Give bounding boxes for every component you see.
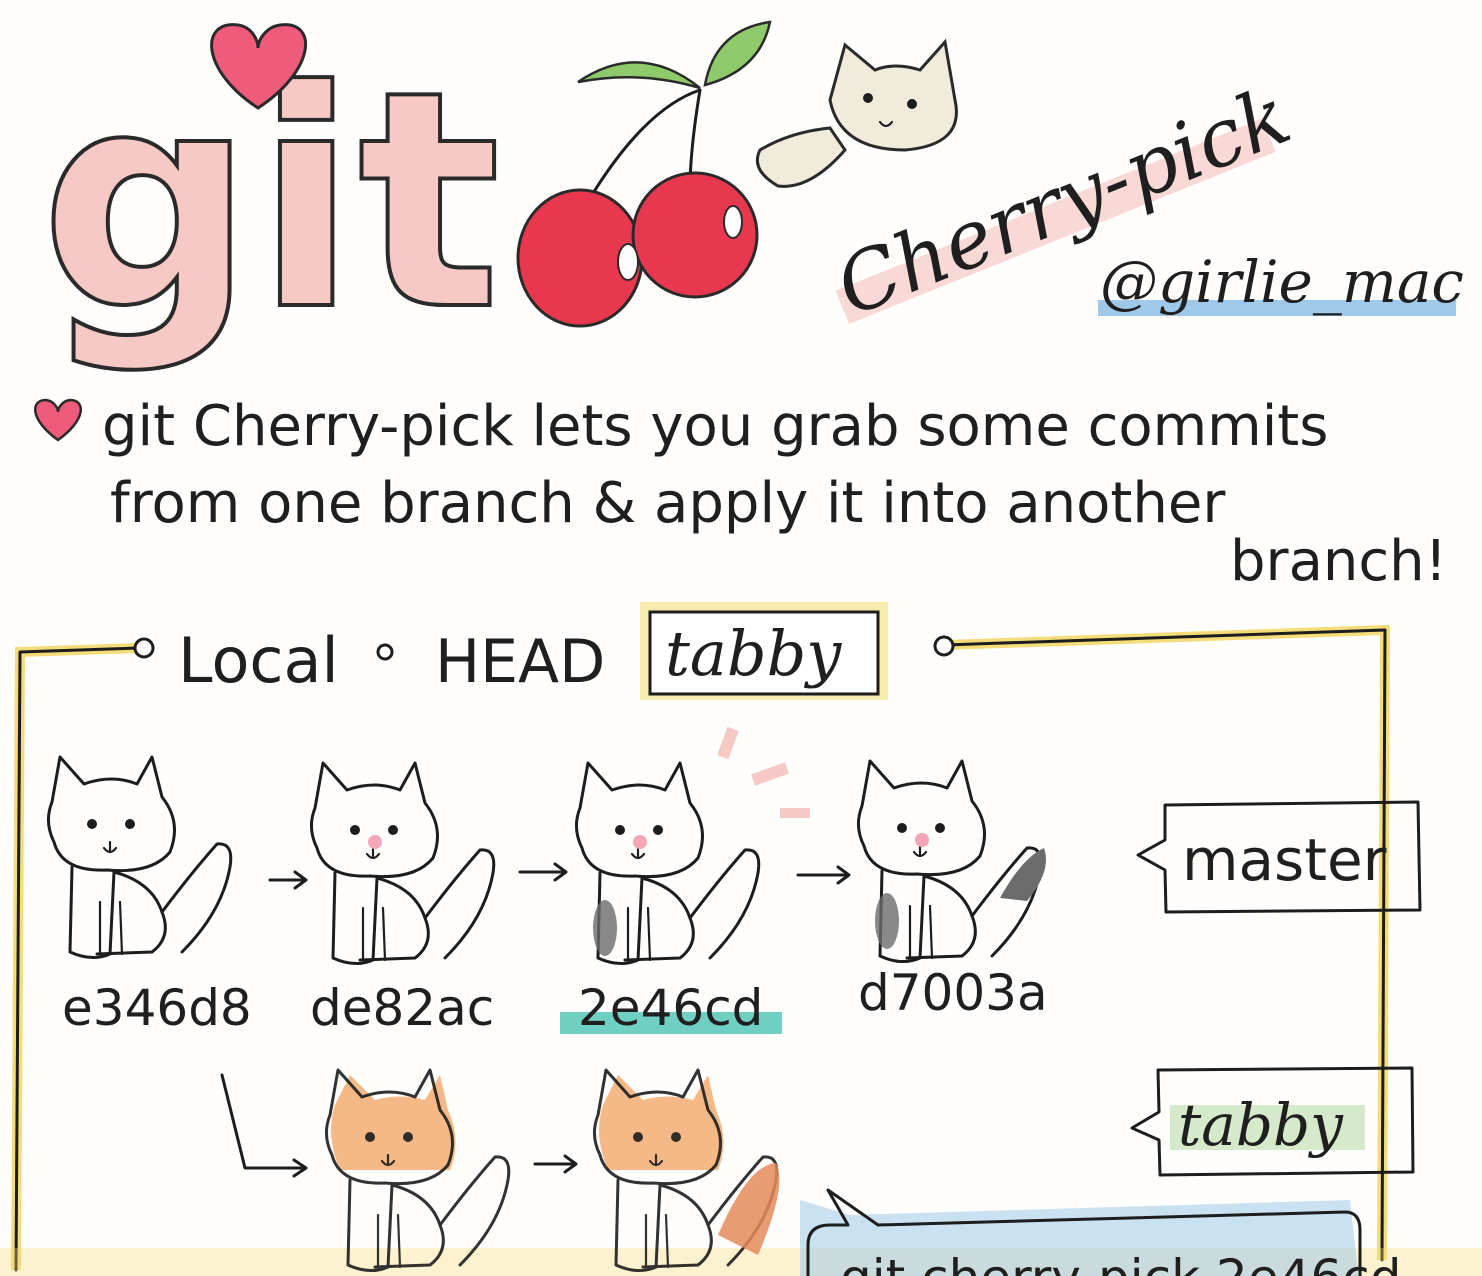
cat-icon: [755, 38, 958, 188]
commit-cat-d7003a: [856, 759, 1046, 964]
local-repo-frame: [0, 624, 1482, 1276]
arrow-icon: [796, 865, 851, 885]
speech-bubble: git cherry-pick 2e46cd: [800, 1188, 1401, 1276]
sparkle-marks: [717, 726, 810, 818]
arrow-icon: [268, 870, 308, 890]
commit-hash-3: 2e46cd: [578, 979, 763, 1037]
master-label: master: [1182, 826, 1387, 894]
speech-bubble-text: git cherry-pick 2e46cd: [840, 1249, 1401, 1276]
head-label: HEAD: [435, 627, 605, 697]
commit-hash-4: d7003a: [858, 964, 1048, 1022]
bullet-heart-icon: [33, 398, 83, 442]
description-line-1: git Cherry-pick lets you grab some commi…: [102, 394, 1328, 459]
branch-tag-tabby: tabby: [1130, 1066, 1415, 1177]
tabby-cat-1: [324, 1068, 511, 1273]
description-line-3: branch!: [1230, 529, 1447, 594]
cherries-icon: [516, 20, 772, 328]
branch-tag-master: master: [1136, 800, 1422, 914]
description-line-2: from one branch & apply it into another: [110, 471, 1226, 536]
commit-hash-1: e346d8: [62, 979, 252, 1037]
branch-arrow-icon: [220, 1073, 308, 1178]
author-handle: @girlie_mac: [1100, 248, 1464, 316]
local-label: Local: [178, 624, 339, 697]
arrow-icon: [533, 1154, 578, 1174]
tabby-label: tabby: [1178, 1091, 1344, 1159]
commit-cat-de82ac: [309, 761, 496, 966]
cherry-pick-sketchnote: git Cherry-pick @girlie_mac git Cherry-p…: [0, 20, 1482, 1276]
tabby-cat-2: [592, 1068, 780, 1273]
separator-dot: [376, 643, 394, 661]
commit-cat-2e46cd: [574, 761, 761, 966]
commit-hash-2: de82ac: [310, 979, 494, 1037]
head-branch-label: tabby: [665, 617, 842, 690]
commit-cat-e346d8: [46, 755, 233, 960]
arrow-icon: [518, 862, 568, 882]
